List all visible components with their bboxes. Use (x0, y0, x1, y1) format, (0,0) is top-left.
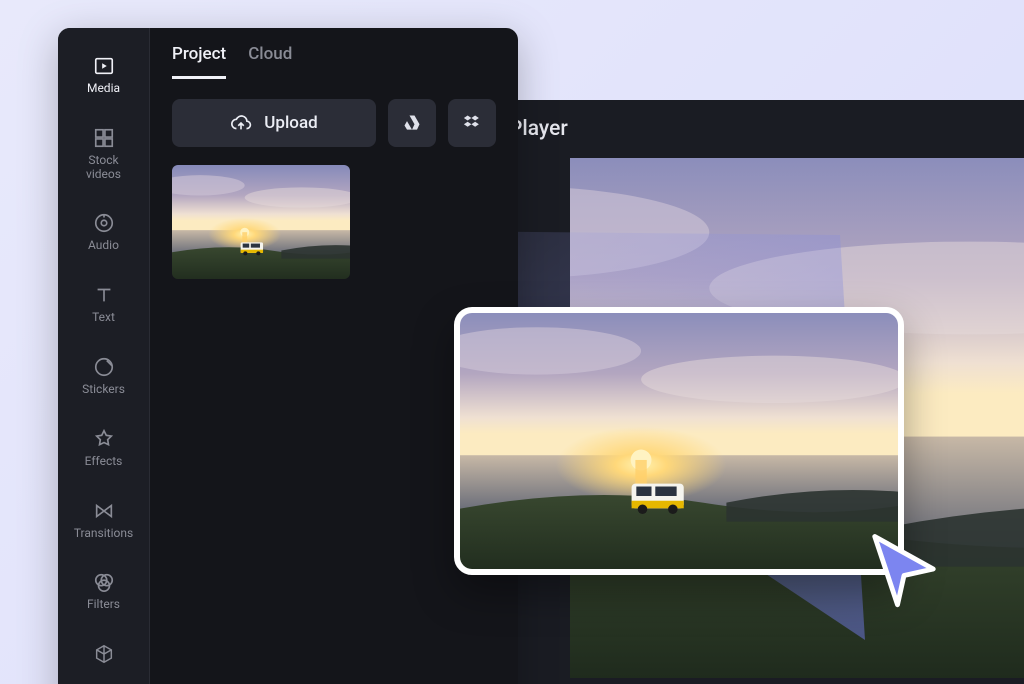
media-icon (92, 54, 116, 78)
sidebar-item-audio[interactable]: Audio (58, 207, 149, 257)
tab-project[interactable]: Project (172, 44, 226, 79)
tabs: Project Cloud (150, 28, 518, 79)
sidebar-item-filters[interactable]: Filters (58, 566, 149, 616)
sidebar-item-stock-videos[interactable]: Stock videos (58, 122, 149, 186)
sidebar-item-label: Stock videos (86, 154, 121, 182)
sidebar-item-label: Media (87, 82, 120, 96)
stickers-icon (92, 355, 116, 379)
tab-cloud[interactable]: Cloud (248, 44, 292, 79)
transitions-icon (92, 499, 116, 523)
effects-icon (92, 427, 116, 451)
player-header: Player (485, 100, 1024, 158)
sidebar-item-transitions[interactable]: Transitions (58, 495, 149, 545)
sidebar-item-stickers[interactable]: Stickers (58, 351, 149, 401)
sidebar-item-label: Stickers (82, 383, 125, 397)
google-drive-button[interactable] (388, 99, 436, 147)
media-thumbnail[interactable] (172, 165, 350, 279)
sidebar-item-text[interactable]: Text (58, 279, 149, 329)
dropbox-icon (462, 113, 482, 133)
cloud-upload-icon (230, 112, 252, 134)
sidebar-item-effects[interactable]: Effects (58, 423, 149, 473)
upload-row: Upload (150, 79, 518, 165)
sidebar-item-label: Transitions (74, 527, 133, 541)
sidebar-item-label: Text (92, 311, 115, 325)
dragged-media-preview[interactable] (454, 307, 904, 575)
filters-icon (92, 570, 116, 594)
editor-window: Media Stock videos Audio (58, 28, 518, 684)
google-drive-icon (402, 113, 422, 133)
sidebar-item-label: Audio (88, 239, 119, 253)
upload-button[interactable]: Upload (172, 99, 376, 147)
stock-videos-icon (92, 126, 116, 150)
sidebar: Media Stock videos Audio (58, 28, 150, 684)
sidebar-item-label: Effects (85, 455, 123, 469)
text-icon (92, 283, 116, 307)
dropbox-button[interactable] (448, 99, 496, 147)
sidebar-item-media[interactable]: Media (58, 50, 149, 100)
sidebar-item-label: Filters (87, 598, 120, 612)
media-grid (150, 165, 518, 279)
upload-button-label: Upload (264, 113, 317, 133)
audio-icon (92, 211, 116, 235)
cube-icon (92, 642, 116, 666)
sidebar-item-more[interactable] (58, 638, 149, 670)
